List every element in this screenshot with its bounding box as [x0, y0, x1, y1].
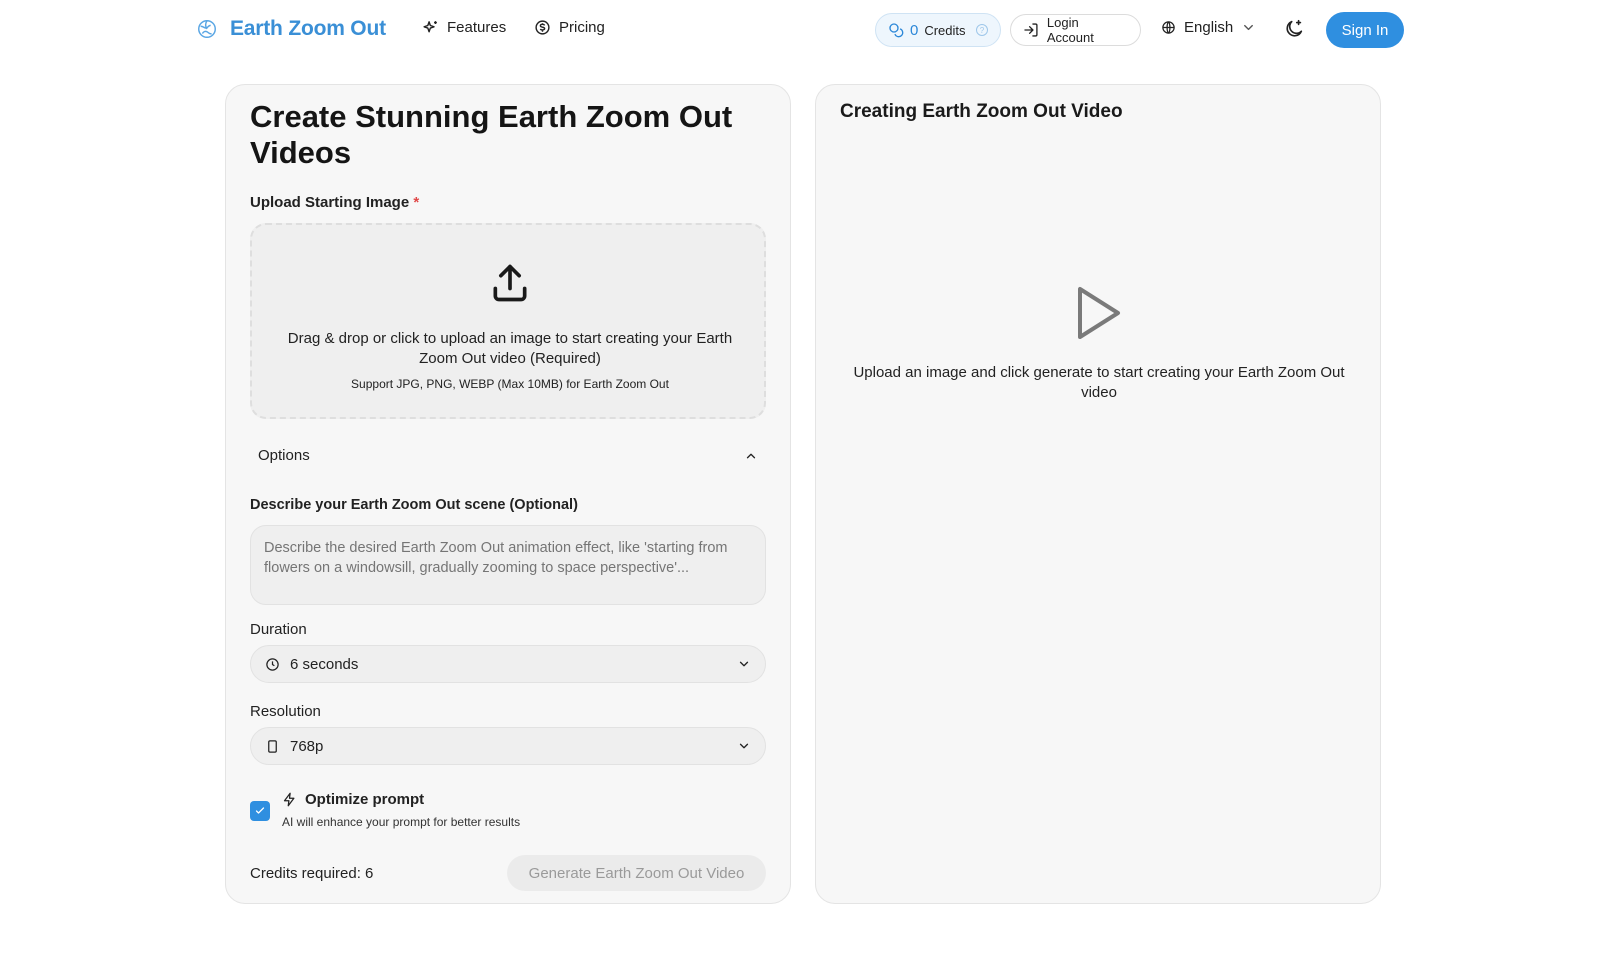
duration-value: 6 seconds [290, 655, 359, 673]
top-nav: Earth Zoom Out Features Pricing 0 Credit… [0, 0, 1600, 60]
dropzone-instructions: Drag & drop or click to upload an image … [287, 330, 733, 367]
globe-icon [1162, 21, 1175, 34]
chevron-down-icon [739, 743, 749, 749]
preview-title: Creating Earth Zoom Out Video [840, 101, 1123, 122]
language-label: English [1184, 19, 1234, 36]
page-title: Create Stunning Earth Zoom Out Videos [250, 99, 733, 170]
login-account-label: Login Account [1046, 15, 1094, 45]
login-account-button[interactable]: Login Account [1010, 14, 1141, 46]
create-video-form: Create Stunning Earth Zoom Out Videos Up… [225, 84, 791, 904]
required-mark: * [413, 194, 420, 211]
nav-features-label: Features [447, 19, 507, 36]
clock-icon [266, 657, 279, 671]
credits-badge[interactable]: 0 Credits ? [875, 13, 1001, 47]
scene-description-input[interactable] [250, 525, 766, 605]
upload-label: Upload Starting Image * [250, 194, 419, 211]
image-dropzone[interactable]: Drag & drop or click to upload an image … [250, 223, 766, 419]
upload-icon [493, 264, 527, 302]
login-icon [1024, 23, 1038, 37]
resolution-select[interactable]: 768p [250, 727, 766, 765]
nav-pricing-label: Pricing [559, 19, 605, 36]
dollar-circle-icon [535, 20, 550, 35]
sign-in-button[interactable]: Sign In [1326, 12, 1404, 48]
sparkles-icon [423, 21, 437, 33]
duration-label: Duration [250, 621, 307, 638]
options-toggle[interactable]: Options [250, 445, 766, 469]
optimize-prompt-label: Optimize prompt [305, 791, 425, 808]
language-select[interactable]: English [1161, 19, 1256, 36]
optimize-prompt-description: AI will enhance your prompt for better r… [282, 815, 521, 829]
chevron-down-icon [739, 661, 749, 667]
upload-label-text: Upload Starting Image [250, 194, 410, 211]
scene-label: Describe your Earth Zoom Out scene (Opti… [250, 497, 578, 513]
optimize-prompt-checkbox[interactable] [250, 801, 270, 821]
resolution-value: 768p [290, 737, 324, 755]
duration-select[interactable]: 6 seconds [250, 645, 766, 683]
chevron-up-icon [746, 453, 756, 459]
lightning-icon [283, 792, 295, 807]
coins-icon [888, 22, 904, 38]
generate-video-button[interactable]: Generate Earth Zoom Out Video [507, 855, 766, 891]
moon-icon [1286, 19, 1303, 37]
chevron-down-icon [1244, 24, 1254, 31]
brand-name: Earth Zoom Out [230, 17, 386, 40]
brand-logo[interactable]: Earth Zoom Out [196, 17, 386, 41]
theme-toggle-button[interactable] [1283, 18, 1305, 40]
optimize-prompt-title: Optimize prompt [282, 791, 424, 808]
phone-icon [268, 739, 277, 753]
nav-pricing[interactable]: Pricing [534, 19, 605, 36]
options-label: Options [258, 447, 310, 464]
check-icon [255, 807, 265, 814]
dropzone-formats: Support JPG, PNG, WEBP (Max 10MB) for Ea… [351, 377, 669, 391]
credits-label: Credits [924, 22, 966, 38]
credits-count: 0 [910, 21, 919, 39]
play-icon [1078, 287, 1120, 339]
video-preview-panel: Creating Earth Zoom Out Video Upload an … [815, 84, 1381, 904]
preview-empty-message: Upload an image and click generate to st… [853, 364, 1345, 401]
info-icon[interactable]: ? [976, 24, 988, 36]
globe-logo-icon [196, 18, 218, 40]
resolution-label: Resolution [250, 703, 321, 720]
credits-required: Credits required: 6 [250, 865, 374, 882]
nav-features[interactable]: Features [422, 19, 506, 36]
